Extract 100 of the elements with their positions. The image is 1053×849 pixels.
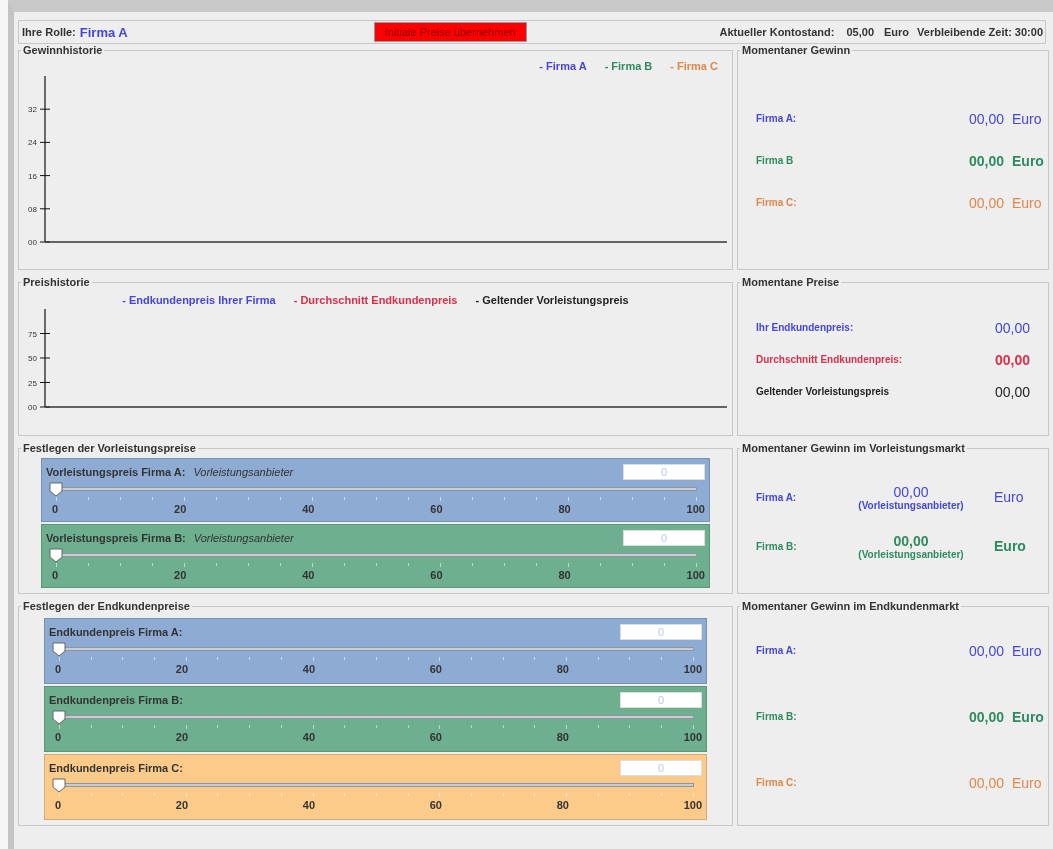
slider[interactable] [52, 778, 694, 793]
tick-label: 60 [429, 731, 442, 743]
firm-label: Firma A: [756, 645, 798, 656]
panel-title: Gewinnhistorie [22, 44, 104, 56]
slider-label: Endkundenpreis Firma A: [49, 626, 183, 638]
slider-thumb[interactable] [52, 642, 66, 657]
currency-label: Euro [1011, 152, 1045, 169]
firm-label: Firma B [756, 155, 795, 166]
tick-label: 0 [52, 503, 59, 515]
tick-label: 40 [302, 731, 316, 743]
currency-label: Euro [884, 26, 910, 38]
tick-label: 20 [175, 731, 189, 743]
currency-label: Euro [1011, 110, 1043, 127]
apply-prices-button[interactable]: Initiale Preise übernehmen [373, 22, 527, 42]
profit-value: 00,00 [893, 532, 929, 549]
panel-title: Momentane Preise [741, 276, 841, 288]
tick-label: 60 [429, 799, 442, 811]
tick-label: 75 [28, 329, 37, 339]
slider-thumb[interactable] [49, 482, 63, 497]
tick-label: 50 [28, 354, 37, 363]
tick-label: 32 [28, 105, 37, 115]
legend-item: - Firma C [670, 60, 718, 72]
currency-label: Euro [1011, 708, 1045, 725]
tick-label: 80 [556, 731, 569, 743]
price-value: 00,00 [994, 351, 1030, 368]
tick-label: 40 [302, 663, 316, 675]
tick-label: 20 [174, 503, 187, 515]
role-label: Vorleistungsanbieter [193, 466, 294, 478]
value-field[interactable]: 0 [620, 692, 702, 708]
legend-item: - Endkundenpreis Ihrer Firma [122, 294, 276, 306]
tick-label: 60 [430, 569, 443, 581]
slider-thumb[interactable] [52, 778, 66, 793]
tick-label: 16 [28, 171, 37, 181]
role-note: (Vorleistungsanbieter) [858, 499, 964, 511]
role-value: Firma A [79, 24, 128, 40]
firm-label: Firma B: [756, 540, 798, 552]
value-field[interactable]: 0 [620, 760, 702, 776]
slider-thumb[interactable] [49, 548, 63, 563]
profit-value: 00,00 [967, 708, 1004, 725]
currency-label: Euro [993, 538, 1027, 554]
slider-label: Vorleistungspreis Firma B: [46, 532, 186, 544]
price-label: Geltender Vorleistungspreis [756, 386, 891, 397]
remaining-time: Verbleibende Zeit: 30:00 [917, 26, 1043, 38]
tick-label: 100 [683, 663, 702, 675]
currency-label: Euro [1011, 642, 1043, 659]
slider[interactable] [49, 548, 697, 563]
tick-label: 0 [52, 569, 59, 581]
slider-label: Endkundenpreis Firma C: [49, 762, 183, 774]
profit-value: 00,00 [967, 642, 1004, 659]
tick-label: 0 [55, 663, 62, 675]
tick-label: 100 [683, 731, 702, 743]
value-field[interactable]: 0 [623, 464, 705, 480]
tick-label: 0 [55, 731, 62, 743]
slider-label: Vorleistungspreis Firma A: [46, 466, 186, 478]
slider[interactable] [52, 710, 694, 725]
slider[interactable] [52, 642, 694, 657]
profit-value: 00,00 [893, 483, 929, 500]
firm-label: Firma B: [756, 711, 798, 722]
profit-value: 00,00 [967, 110, 1004, 127]
tick-label: 40 [302, 503, 315, 515]
currency-label: Euro [993, 489, 1025, 505]
tick-label: 08 [28, 204, 37, 214]
tick-label: 00 [28, 403, 37, 412]
profit-value: 00,00 [967, 774, 1004, 791]
firm-label: Firma C: [756, 197, 798, 208]
tick-label: 80 [556, 663, 569, 675]
value-field[interactable]: 0 [620, 624, 702, 640]
legend-item: - Firma A [539, 60, 587, 72]
profit-value: 00,00 [967, 152, 1004, 169]
price-label: Ihr Endkundenpreis: [756, 322, 855, 333]
slider-thumb[interactable] [52, 710, 66, 725]
firm-label: Firma A: [756, 113, 798, 124]
tick-label: 100 [683, 799, 702, 811]
tick-label: 20 [175, 663, 189, 675]
tick-label: 60 [429, 663, 442, 675]
legend-item: - Geltender Vorleistungspreis [475, 294, 629, 306]
role-label: Vorleistungsanbieter [193, 532, 294, 544]
panel-title: Momentaner Gewinn im Vorleistungsmarkt [741, 442, 966, 454]
tick-label: 80 [558, 503, 571, 515]
tick-label: 80 [556, 799, 569, 811]
legend-item: - Durchschnitt Endkundenpreis [293, 294, 458, 306]
tick-label: 60 [430, 503, 443, 515]
tick-label: 25 [28, 378, 37, 388]
value-field[interactable]: 0 [623, 530, 705, 546]
panel-title: Momentaner Gewinn [741, 44, 852, 56]
panel-title: Festlegen der Endkundenpreise [22, 600, 191, 612]
balance-value: 05,00 [846, 26, 874, 38]
role-label: Ihre Rolle: [22, 26, 76, 38]
balance-label: Aktueller Kontostand: [719, 26, 835, 38]
firm-label: Firma A: [756, 491, 798, 503]
tick-label: 00 [28, 238, 37, 247]
tick-label: 40 [302, 569, 315, 581]
slider[interactable] [49, 482, 697, 497]
tick-label: 24 [28, 138, 37, 148]
price-value: 00,00 [994, 383, 1030, 400]
legend-item: - Firma B [604, 60, 653, 72]
tick-label: 0 [55, 799, 62, 811]
tick-label: 20 [175, 799, 189, 811]
tick-label: 20 [174, 569, 187, 581]
tick-label: 40 [302, 799, 316, 811]
